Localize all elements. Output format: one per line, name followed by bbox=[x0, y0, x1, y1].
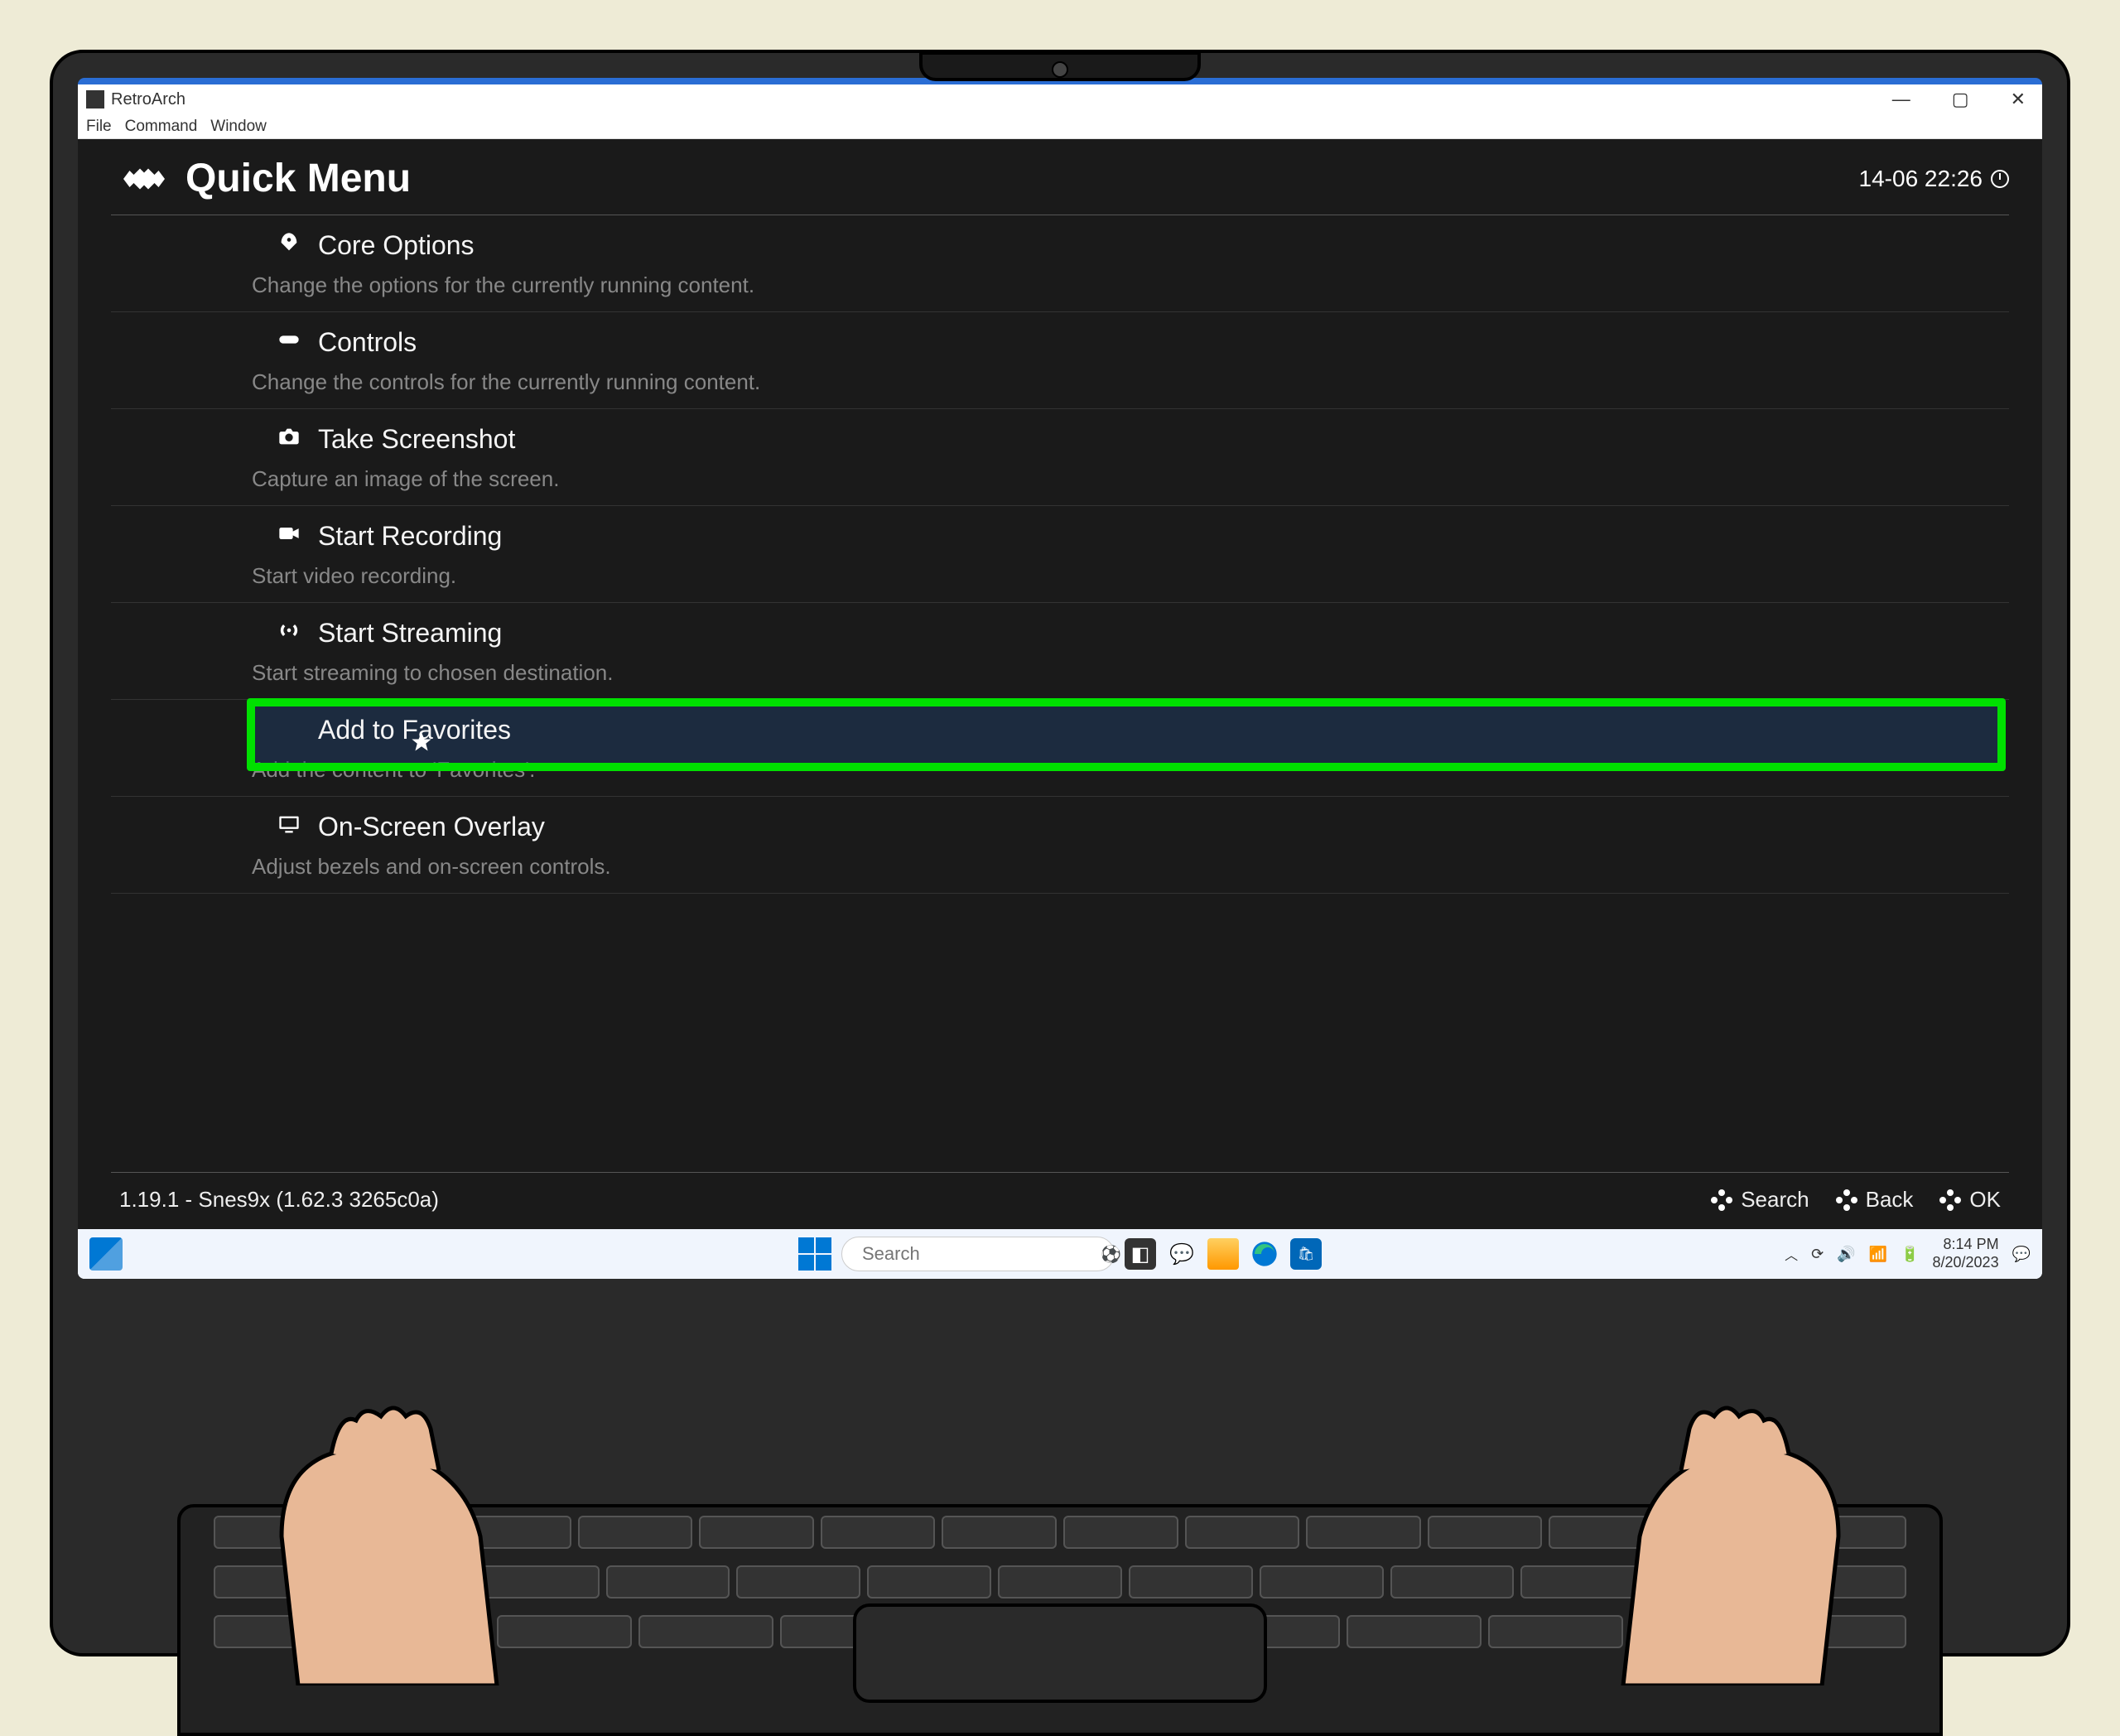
menu-item-on-screen-overlay[interactable]: On-Screen Overlay Adjust bezels and on-s… bbox=[111, 797, 2009, 894]
taskbar-right: ︿ ⟳ 🔊 📶 🔋 8:14 PM 8/20/2023 💬 bbox=[1785, 1236, 2031, 1271]
wifi-icon[interactable]: 📶 bbox=[1869, 1246, 1887, 1263]
menu-command[interactable]: Command bbox=[125, 118, 198, 136]
menu-label: On-Screen Overlay bbox=[243, 812, 2009, 842]
menu-desc: Change the options for the currently run… bbox=[243, 272, 2009, 298]
divider bbox=[111, 1172, 2009, 1173]
tray-overflow-icon[interactable]: ︿ bbox=[1785, 1244, 1798, 1264]
search-button[interactable]: Search bbox=[1709, 1187, 1809, 1213]
hand-illustration bbox=[232, 1371, 513, 1690]
taskview-icon[interactable]: ◧ bbox=[1125, 1238, 1156, 1270]
menu-desc: Change the controls for the currently ru… bbox=[243, 369, 2009, 395]
laptop-trackpad bbox=[853, 1603, 1267, 1703]
menu-item-add-to-favorites[interactable]: Add to Favorites Add the content to 'Fav… bbox=[111, 700, 2009, 797]
ok-button[interactable]: OK bbox=[1938, 1187, 2001, 1213]
menu-desc: Start streaming to chosen destination. bbox=[243, 660, 2009, 686]
button-glyph-icon bbox=[1709, 1188, 1734, 1213]
menu-label: Take Screenshot bbox=[243, 424, 2009, 455]
gamepad-icon bbox=[277, 327, 301, 352]
edge-icon[interactable] bbox=[1249, 1238, 1280, 1270]
hand-illustration bbox=[1607, 1371, 1888, 1690]
taskbar-center: ⚽ ◧ 💬 🛍 bbox=[798, 1237, 1322, 1271]
back-button[interactable]: Back bbox=[1834, 1187, 1914, 1213]
button-label: Search bbox=[1741, 1187, 1809, 1213]
maximize-button[interactable]: ▢ bbox=[1944, 89, 1978, 110]
taskbar-left bbox=[89, 1237, 123, 1271]
explorer-icon[interactable] bbox=[1207, 1238, 1239, 1270]
taskbar-clock[interactable]: 8:14 PM 8/20/2023 bbox=[1933, 1236, 1999, 1271]
page-title: Quick Menu bbox=[186, 156, 1859, 201]
menubar: File Command Window bbox=[78, 114, 2042, 139]
menu-item-controls[interactable]: Controls Change the controls for the cur… bbox=[111, 312, 2009, 409]
button-label: Back bbox=[1866, 1187, 1914, 1213]
camera-icon bbox=[1052, 61, 1068, 78]
taskbar-search[interactable]: ⚽ bbox=[841, 1237, 1115, 1271]
button-label: OK bbox=[1969, 1187, 2001, 1213]
menu-item-take-screenshot[interactable]: Take Screenshot Capture an image of the … bbox=[111, 409, 2009, 506]
menu-window[interactable]: Window bbox=[210, 118, 267, 136]
menu-desc: Adjust bezels and on-screen controls. bbox=[243, 854, 2009, 880]
store-icon[interactable]: 🛍 bbox=[1290, 1238, 1322, 1270]
broadcast-icon bbox=[277, 618, 301, 643]
cloud-sync-icon[interactable]: ⟳ bbox=[1811, 1246, 1824, 1263]
search-decoration-icon: ⚽ bbox=[1101, 1244, 1121, 1265]
clock: 14-06 22:26 bbox=[1859, 166, 2009, 192]
close-button[interactable]: ✕ bbox=[2002, 89, 2034, 110]
laptop-screen: RetroArch — ▢ ✕ File Command Window Quic… bbox=[78, 78, 2042, 1279]
menu-file[interactable]: File bbox=[86, 118, 112, 136]
search-input[interactable] bbox=[862, 1243, 1101, 1265]
clock-text: 14-06 22:26 bbox=[1859, 166, 1983, 192]
time-text: 8:14 PM bbox=[1933, 1236, 1999, 1254]
menu-desc: Start video recording. bbox=[243, 563, 2009, 589]
window-controls: — ▢ ✕ bbox=[1884, 89, 2034, 110]
laptop-notch bbox=[919, 51, 1201, 81]
battery-icon[interactable]: 🔋 bbox=[1901, 1246, 1919, 1263]
retroarch-app: Quick Menu 14-06 22:26 Core Options Chan… bbox=[78, 139, 2042, 1229]
menu-item-start-recording[interactable]: Start Recording Start video recording. bbox=[111, 506, 2009, 603]
retroarch-footer: 1.19.1 - Snes9x (1.62.3 3265c0a) Search … bbox=[78, 1172, 2042, 1229]
version-text: 1.19.1 - Snes9x (1.62.3 3265c0a) bbox=[119, 1187, 1709, 1213]
menu-label: Start Recording bbox=[243, 521, 2009, 552]
minimize-button[interactable]: — bbox=[1884, 89, 1919, 110]
menu-item-core-options[interactable]: Core Options Change the options for the … bbox=[111, 215, 2009, 312]
app-icon bbox=[86, 90, 104, 108]
quick-menu-list: Core Options Change the options for the … bbox=[111, 215, 2009, 894]
menu-label: Controls bbox=[243, 327, 2009, 358]
windows-taskbar: ⚽ ◧ 💬 🛍 ︿ ⟳ 🔊 📶 🔋 8:14 PM 8/20/2023 bbox=[78, 1229, 2042, 1279]
volume-icon[interactable]: 🔊 bbox=[1837, 1246, 1855, 1263]
menu-item-start-streaming[interactable]: Start Streaming Start streaming to chose… bbox=[111, 603, 2009, 700]
widgets-icon[interactable] bbox=[89, 1237, 123, 1271]
window-title: RetroArch bbox=[111, 90, 1884, 109]
date-text: 8/20/2023 bbox=[1933, 1254, 1999, 1272]
button-glyph-icon bbox=[1938, 1188, 1963, 1213]
footer-buttons: Search Back OK bbox=[1709, 1187, 2001, 1213]
camera-icon bbox=[277, 424, 301, 449]
star-icon bbox=[409, 730, 434, 755]
menu-label: Start Streaming bbox=[243, 618, 2009, 649]
quick-menu-header: Quick Menu 14-06 22:26 bbox=[78, 139, 2042, 215]
clock-icon bbox=[1991, 170, 2009, 188]
button-glyph-icon bbox=[1834, 1188, 1859, 1213]
menu-desc: Capture an image of the screen. bbox=[243, 466, 2009, 492]
menu-label: Add to Favorites bbox=[243, 715, 2009, 745]
menu-label: Core Options bbox=[243, 230, 2009, 261]
rocket-icon bbox=[277, 230, 301, 255]
videocam-icon bbox=[277, 521, 301, 546]
chat-icon[interactable]: 💬 bbox=[1166, 1238, 1197, 1270]
window-titlebar: RetroArch — ▢ ✕ bbox=[78, 84, 2042, 114]
notifications-icon[interactable]: 💬 bbox=[2012, 1246, 2031, 1263]
retroarch-logo-icon bbox=[119, 162, 169, 195]
monitor-icon bbox=[277, 812, 301, 837]
start-button[interactable] bbox=[798, 1237, 831, 1271]
